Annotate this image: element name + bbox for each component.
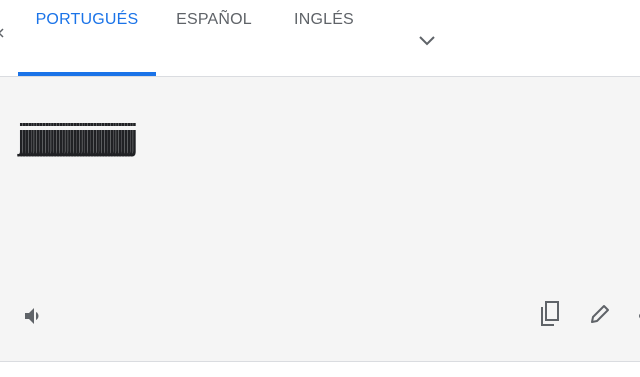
translated-text: jjjjjjjjjjjjjjjjjjjjjjjjjjjjjjjjjjjjjjjj… (18, 116, 138, 157)
tab-ingles[interactable]: INGLÉS (276, 0, 372, 76)
copy-icon (541, 301, 559, 326)
listen-button[interactable] (20, 302, 48, 330)
card-bottom-edge (0, 362, 640, 377)
edit-button[interactable] (586, 300, 614, 328)
tab-ingles-label: INGLÉS (294, 11, 354, 28)
scroll-left-icon[interactable] (0, 26, 6, 38)
tab-portugues[interactable]: PORTUGUÉS (18, 0, 156, 76)
translation-panel: jjjjjjjjjjjjjjjjjjjjjjjjjjjjjjjjjjjjjjjj… (0, 77, 640, 362)
tab-espanol[interactable]: ESPAÑOL (160, 0, 268, 76)
translate-result-card: PORTUGUÉS ESPAÑOL INGLÉS jjjjjjjjjjjjjjj… (0, 0, 640, 377)
chevron-down-icon (419, 36, 435, 46)
share-icon (639, 313, 640, 319)
pencil-icon (591, 305, 609, 323)
more-languages-button[interactable] (412, 26, 442, 56)
tab-espanol-label: ESPAÑOL (176, 11, 252, 28)
language-tab-bar: PORTUGUÉS ESPAÑOL INGLÉS (0, 0, 640, 77)
active-tab-indicator (18, 72, 156, 76)
speaker-icon (25, 308, 39, 324)
tab-portugues-label: PORTUGUÉS (35, 11, 139, 28)
copy-button[interactable] (536, 300, 564, 328)
share-button[interactable] (632, 302, 640, 330)
